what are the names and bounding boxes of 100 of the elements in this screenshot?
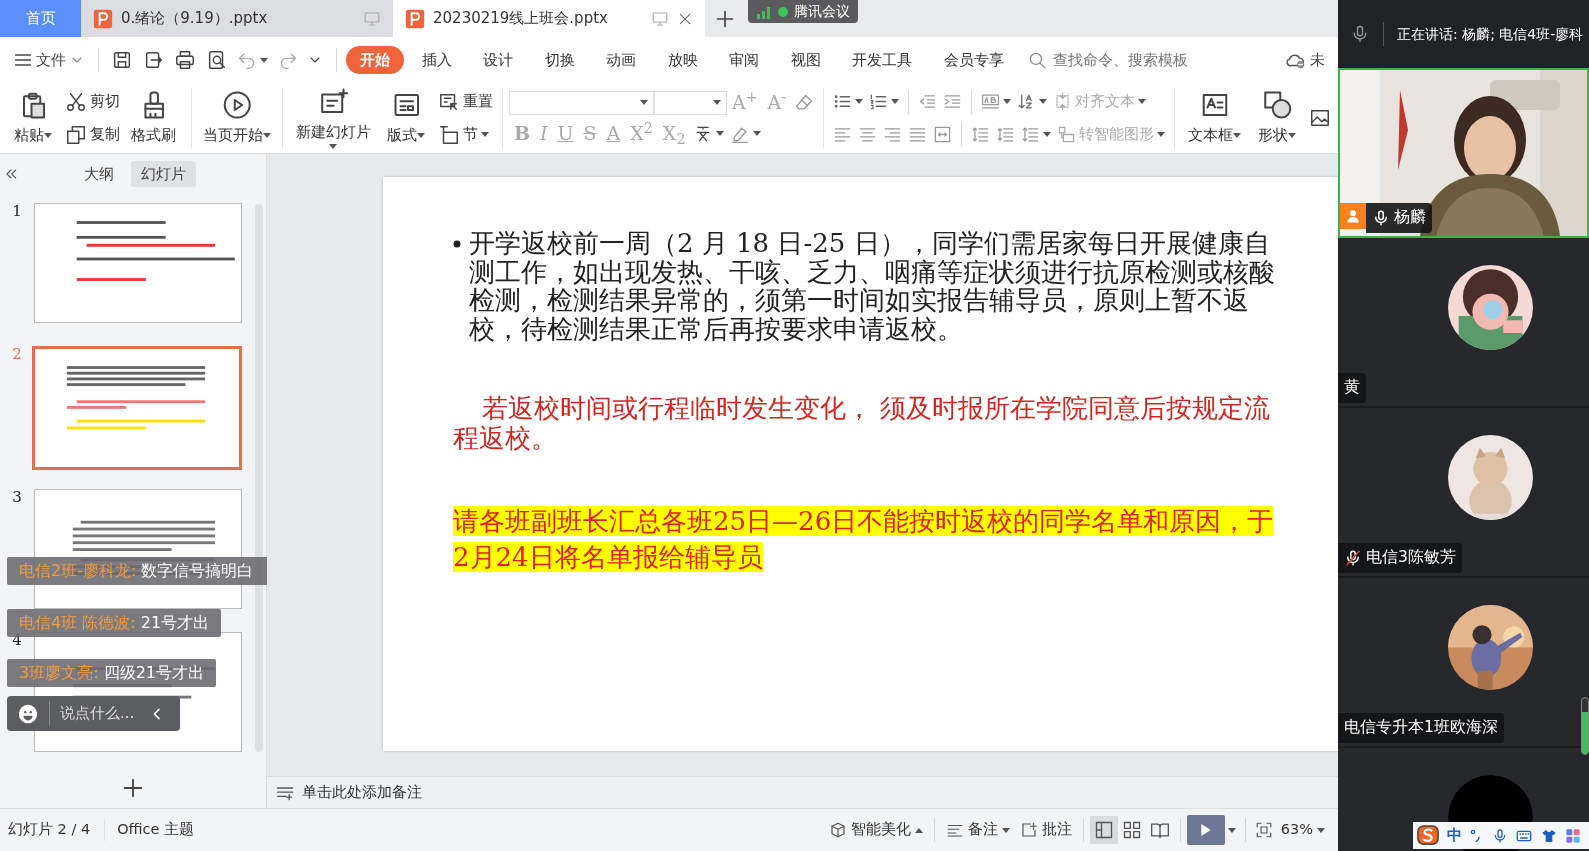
theme-name[interactable]: Office 主题 (112, 816, 200, 844)
slide-number: 1 (11, 203, 23, 219)
status-dot-icon (778, 6, 788, 17)
print-icon (174, 49, 196, 71)
ribbon-tab[interactable]: 开发工具 (838, 45, 926, 75)
caret-icon (1317, 827, 1325, 833)
caret-icon (1002, 99, 1011, 105)
slide-number: 2 (11, 346, 23, 362)
reset-button[interactable]: 重置 (435, 88, 497, 115)
monitor-icon (363, 9, 381, 28)
shape-button[interactable]: 形状 (1248, 84, 1307, 152)
signal-icon (756, 4, 772, 19)
ribbon-tab[interactable]: 放映 (653, 45, 712, 75)
paste-button[interactable]: 粘贴 (4, 84, 62, 152)
section-icon (438, 123, 461, 146)
chat-text: 数字信号搞明白 (141, 561, 254, 580)
notes-placeholder[interactable]: 单击此处添加备注 (302, 781, 422, 804)
paragraph-text: 开学返校前一周（2 月 18 日-25 日），同学们需居家每日开展健康自测工作，如出现发热、干咳、乏力、咽痛等症状须进行抗原检测或核酸检测，检测结果异常的，须第一时间如实报告辅导员，原则上暂不返校，待检测结果正常后再按要求申请返校。 (469, 229, 1276, 343)
zoom-button[interactable]: 63% (1275, 816, 1330, 844)
caret-icon (1038, 99, 1047, 105)
panel-tab[interactable]: 幻灯片 (131, 160, 196, 188)
play-button[interactable] (1186, 815, 1225, 845)
fit-icon (1254, 821, 1273, 839)
copy-icon (64, 123, 87, 146)
emoji-icon (17, 702, 39, 725)
start-from-current-button[interactable]: 当页开始 (197, 84, 277, 152)
cube-icon (828, 821, 847, 839)
presentation-file-icon (405, 8, 425, 29)
comment-icon (1019, 821, 1038, 839)
notes-button[interactable]: 备注 (940, 816, 1015, 844)
file-menu[interactable]: 文件 (10, 46, 88, 74)
chat-sender: 3班廖文亮: (19, 663, 99, 682)
participant-name: 杨麟 (1394, 207, 1426, 229)
participant-name: 电信专升本1班欧海深 (1344, 717, 1498, 739)
layout-button[interactable]: 版式 (377, 84, 436, 152)
section-button[interactable]: 节 (435, 121, 497, 148)
mic-icon (1492, 827, 1508, 844)
caret-icon (753, 131, 762, 136)
document-tab[interactable]: 20230219线上班会.pptx (393, 0, 705, 37)
font-size-field[interactable] (653, 90, 727, 115)
plus-icon (715, 8, 735, 29)
participant-name: 电信3陈敏芳 (1366, 547, 1456, 569)
new-slide-button[interactable]: 新建幻灯片 (288, 84, 378, 152)
slide-sorter-icon (1121, 820, 1142, 841)
cut-button[interactable]: 剪切 (61, 88, 123, 115)
input-mode[interactable]: 中 (1447, 824, 1462, 847)
save-icon (111, 49, 133, 71)
panel-tab[interactable]: 大纲 (74, 160, 124, 188)
ribbon-tab[interactable]: 视图 (776, 45, 835, 75)
caret-icon (1001, 827, 1010, 833)
ribbon-tab[interactable]: 审阅 (715, 45, 773, 75)
caret-icon (639, 100, 648, 105)
slide-thumbnail[interactable] (32, 346, 242, 470)
shirt-icon (1540, 827, 1558, 844)
copy-button[interactable]: 复制 (61, 121, 123, 148)
search-icon (1028, 50, 1047, 70)
ribbon-tab[interactable]: 切换 (530, 45, 589, 75)
chat-input[interactable]: 说点什么... (7, 696, 180, 731)
caret-icon (1042, 131, 1051, 137)
participant-name: 黄 (1344, 377, 1360, 399)
caret-icon (914, 827, 923, 833)
slide-number: 4 (11, 632, 23, 648)
apps-icon (1565, 827, 1581, 844)
normal-view-icon (1093, 820, 1114, 841)
ribbon-tab[interactable]: 动画 (592, 45, 650, 75)
format-painter-button[interactable]: 格式刷 (122, 84, 185, 152)
beautify-button[interactable]: 智能美化 (823, 816, 928, 844)
scrollbar[interactable] (255, 204, 263, 752)
chat-text: 四级21号才出 (103, 663, 205, 682)
meeting-badge[interactable]: 腾讯会议 (748, 0, 858, 23)
chat-sender: 电信4班 陈德波: (19, 613, 136, 632)
slide-thumbnail[interactable] (34, 203, 242, 323)
smart-graphic-icon (1056, 124, 1076, 144)
comments-button[interactable]: 批注 (1014, 816, 1077, 844)
text-box-button[interactable]: 文本框 (1180, 84, 1249, 152)
chat-sender: 电信2班-廖科龙: (19, 561, 137, 580)
slide-counter: 幻灯片 2 / 4 (8, 819, 106, 841)
caret-icon (1137, 99, 1146, 105)
caret-icon (854, 99, 863, 105)
ribbon-tab[interactable]: 设计 (469, 45, 527, 75)
search-field[interactable]: 查找命令、搜索模板 (1028, 47, 1221, 73)
caret-icon (712, 100, 721, 105)
monitor-icon (651, 9, 669, 28)
numbering-icon (868, 92, 888, 112)
eraser-icon (794, 92, 815, 113)
speaking-status: 正在讲话: 杨麟; 电信4班-廖科 (1397, 24, 1584, 44)
ribbon-tab[interactable]: 会员专享 (929, 45, 1018, 75)
meeting-title: 腾讯会议 (794, 2, 850, 21)
font-name-field[interactable] (508, 90, 654, 115)
distribute-icon (932, 124, 952, 144)
undo-icon (237, 50, 257, 70)
document-tab[interactable]: 0.绪论（9.19）.pptx (81, 0, 393, 37)
caret-icon (1227, 827, 1236, 833)
slide-number: 3 (11, 489, 23, 505)
paragraph-text: 请各班副班长汇总各班25日—26日不能按时返校的同学名单和原因，于2月24日将名单报给辅导员 (453, 505, 1275, 574)
picture-icon (1309, 107, 1332, 129)
cloud-status[interactable]: 未 (1282, 46, 1328, 74)
normal-view-button[interactable] (1089, 816, 1118, 844)
host-icon (1340, 203, 1366, 230)
ribbon-tab[interactable]: 插入 (407, 45, 466, 75)
